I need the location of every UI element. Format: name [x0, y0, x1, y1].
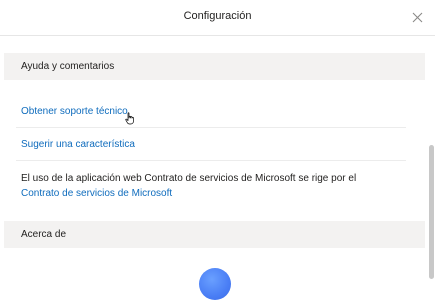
hand-pointer-icon [125, 112, 134, 125]
scrollbar-thumb[interactable] [429, 145, 434, 279]
suggest-feature-link[interactable]: Sugerir una característica [21, 139, 135, 150]
section-header-about: Acerca de [4, 221, 425, 248]
close-icon [412, 12, 422, 22]
get-support-link[interactable]: Obtener soporte técnico [21, 106, 128, 117]
service-agreement-link[interactable]: Contrato de servicios de Microsoft [21, 188, 172, 199]
app-logo-icon [199, 268, 231, 300]
settings-dialog: Configuración Ayuda y comentarios Obtene… [0, 0, 435, 304]
divider [16, 160, 406, 161]
section-header-help: Ayuda y comentarios [4, 53, 425, 80]
settings-content: Ayuda y comentarios Obtener soporte técn… [0, 37, 427, 304]
scrollbar[interactable] [428, 37, 435, 304]
dialog-header: Configuración [0, 0, 435, 36]
close-button[interactable] [409, 9, 425, 25]
section-title-about: Acerca de [21, 229, 67, 240]
legal-text: El uso de la aplicación web Contrato de … [21, 173, 357, 184]
section-title-help: Ayuda y comentarios [21, 61, 115, 72]
dialog-title: Configuración [183, 10, 252, 22]
divider [16, 127, 406, 128]
